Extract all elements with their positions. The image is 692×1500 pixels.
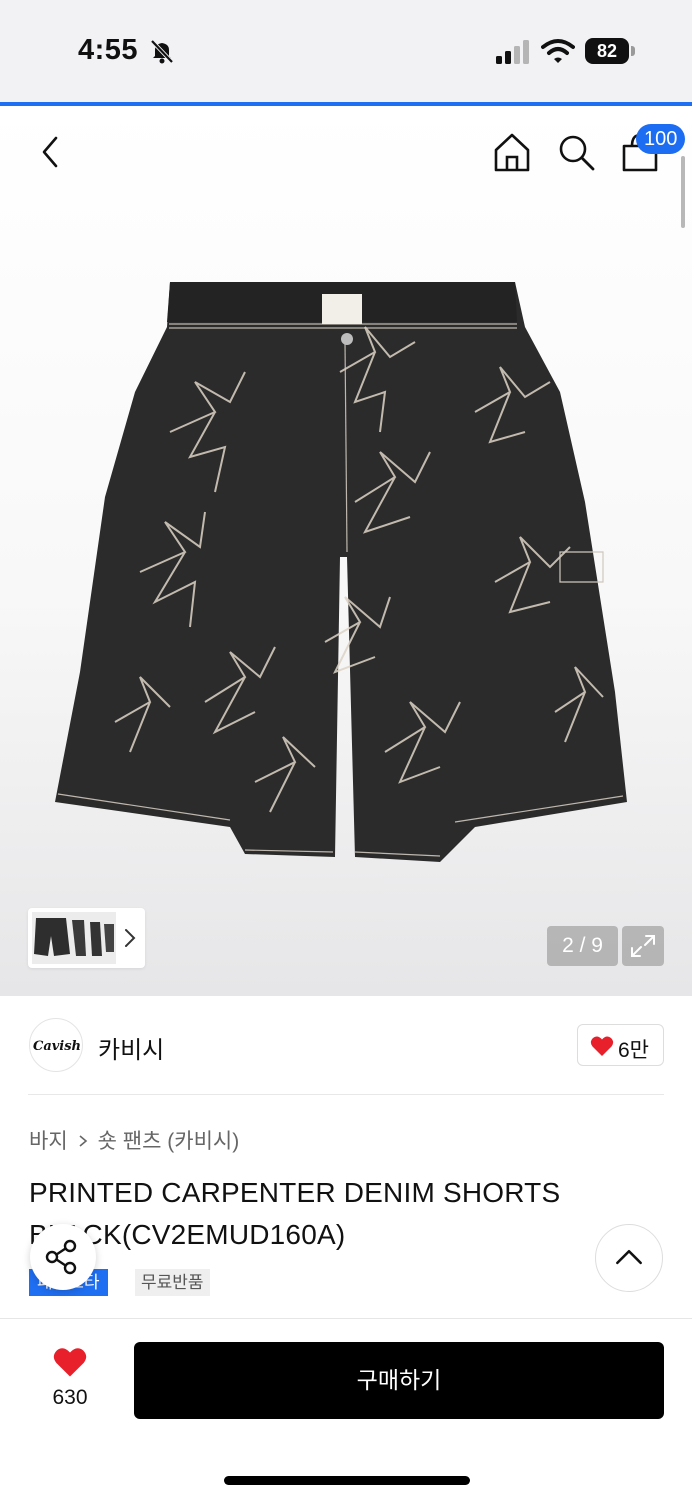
- thumbnail-strip[interactable]: [28, 908, 145, 968]
- home-indicator[interactable]: [224, 1476, 470, 1485]
- brand-logo[interactable]: Cavish: [29, 1018, 83, 1072]
- brand-like-count: 6만: [618, 1039, 649, 1062]
- product-title: PRINTED CARPENTER DENIM SHORTS BLACK(CV2…: [29, 1177, 561, 1250]
- status-time: 4:55: [78, 34, 139, 66]
- tag-free-return: 무료반품: [135, 1269, 210, 1296]
- share-icon: [45, 1239, 77, 1275]
- wishlist-heart-icon[interactable]: [52, 1346, 88, 1378]
- scroll-top-button[interactable]: [595, 1224, 663, 1292]
- chevron-right-icon[interactable]: [122, 926, 138, 950]
- wifi-icon: [541, 39, 575, 63]
- bottom-bar-divider: [0, 1318, 692, 1319]
- chevron-right-icon: [79, 1135, 87, 1147]
- breadcrumb-item-category[interactable]: 바지: [29, 1130, 68, 1153]
- expand-icon: [631, 935, 655, 957]
- heart-icon: [590, 1036, 614, 1056]
- bell-slash-icon: [150, 39, 174, 64]
- share-button[interactable]: [30, 1224, 96, 1290]
- product-image-denim-shorts: [55, 282, 627, 862]
- brand-name[interactable]: 카비시: [98, 1030, 164, 1065]
- battery-cap: [631, 46, 635, 56]
- brand-row[interactable]: Cavish 카비시 6만: [0, 996, 692, 1094]
- thumbnail-image: [32, 912, 116, 964]
- brand-like-button[interactable]: 6만: [577, 1024, 664, 1066]
- product-gallery[interactable]: 100 2 / 9: [0, 106, 692, 996]
- brand-logo-mark: Cavish: [33, 1039, 81, 1054]
- breadcrumb-item-subcategory[interactable]: 숏 팬츠 (카비시): [98, 1130, 240, 1153]
- wishlist-count: 630: [52, 1386, 88, 1409]
- cart-count-badge[interactable]: 100: [636, 124, 686, 154]
- battery-level: 82: [585, 38, 629, 64]
- chevron-up-icon: [616, 1249, 642, 1265]
- image-counter: 2 / 9: [547, 926, 618, 966]
- expand-button[interactable]: [622, 926, 664, 966]
- back-icon[interactable]: [34, 132, 66, 172]
- battery-indicator: 82: [585, 38, 635, 64]
- scroll-indicator: [681, 156, 685, 228]
- home-icon[interactable]: [490, 130, 534, 174]
- search-icon[interactable]: [554, 130, 598, 174]
- buy-button[interactable]: 구매하기: [134, 1342, 664, 1419]
- status-bar: 4:55 82: [0, 0, 692, 104]
- cellular-signal-icon: [496, 40, 529, 64]
- brand-logo-text: Cavish: [33, 1039, 81, 1054]
- divider: [28, 1094, 664, 1095]
- breadcrumb: 바지 숏 팬츠 (카비시): [29, 1125, 239, 1155]
